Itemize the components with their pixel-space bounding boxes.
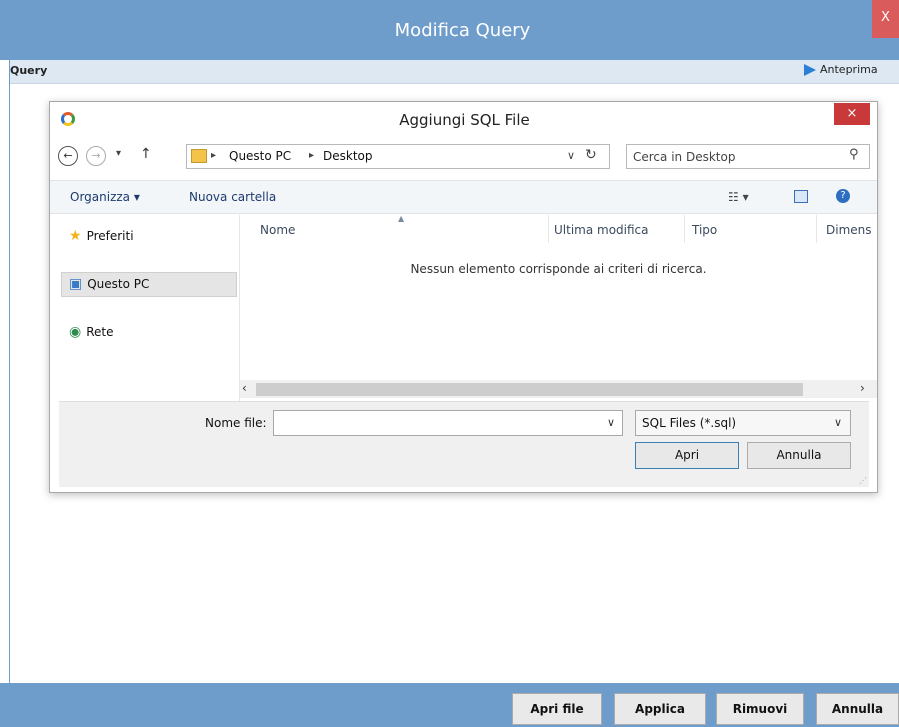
filetype-select[interactable]: SQL Files (*.sql) ∨ bbox=[635, 410, 851, 436]
filename-field[interactable]: ∨ bbox=[273, 410, 623, 436]
view-options-icon[interactable]: ☷ ▾ bbox=[728, 190, 749, 204]
add-sql-file-dialog: Aggiungi SQL File × ← → ▾ ↑ ▸ Questo PC … bbox=[49, 101, 878, 493]
sidebar-item-label: Questo PC bbox=[87, 277, 150, 291]
open-button[interactable]: Apri bbox=[635, 442, 739, 469]
new-folder-button[interactable]: Nuova cartella bbox=[189, 190, 276, 204]
filetype-chevron-icon: ∨ bbox=[834, 416, 843, 429]
preview-button[interactable]: Anteprima bbox=[804, 63, 878, 76]
address-dropdown-chevron-icon[interactable]: ∨ bbox=[567, 149, 575, 162]
network-icon: ◉ bbox=[69, 324, 82, 340]
window-title-bar: Modifica Query bbox=[0, 0, 899, 60]
app-logo-icon bbox=[61, 112, 75, 126]
remove-button[interactable]: Rimuovi bbox=[716, 693, 804, 725]
up-arrow-icon[interactable]: ↑ bbox=[140, 146, 152, 162]
dialog-cancel-button[interactable]: Annulla bbox=[747, 442, 851, 469]
action-bar: Apri file Applica Rimuovi Annulla bbox=[0, 683, 899, 727]
query-label: Query bbox=[10, 64, 48, 77]
scroll-left-arrow-icon[interactable]: ‹ bbox=[242, 381, 247, 395]
filetype-value: SQL Files (*.sql) bbox=[642, 416, 737, 430]
apply-button[interactable]: Applica bbox=[614, 693, 706, 725]
star-icon: ★ bbox=[69, 228, 82, 244]
breadcrumb-desktop[interactable]: Desktop bbox=[323, 149, 373, 163]
open-file-button[interactable]: Apri file bbox=[512, 693, 602, 725]
cancel-button[interactable]: Annulla bbox=[816, 693, 899, 725]
column-separator[interactable] bbox=[548, 215, 549, 243]
column-header-modified[interactable]: Ultima modifica bbox=[554, 223, 649, 237]
computer-icon: ▣ bbox=[69, 276, 83, 292]
sidebar-item-network[interactable]: ◉ Rete bbox=[69, 324, 114, 340]
refresh-icon[interactable]: ↻ bbox=[585, 147, 597, 163]
empty-results-message: Nessun elemento corrisponde ai criteri d… bbox=[410, 262, 707, 276]
file-list: ▲ Nome Ultima modifica Tipo Dimens Nessu… bbox=[239, 214, 877, 401]
filename-input[interactable] bbox=[278, 414, 588, 432]
forward-arrow-icon[interactable]: → bbox=[86, 146, 106, 166]
breadcrumb-separator-icon[interactable]: ▸ bbox=[309, 150, 314, 161]
scrollbar-thumb[interactable] bbox=[256, 383, 803, 396]
column-separator[interactable] bbox=[684, 215, 685, 243]
window-title: Modifica Query bbox=[394, 20, 531, 41]
folder-pc-icon bbox=[191, 149, 207, 163]
organize-menu[interactable]: Organizza ▾ bbox=[70, 190, 140, 204]
search-icon[interactable]: ⚲ bbox=[849, 147, 859, 162]
resize-grip-icon[interactable]: ⋰ bbox=[859, 476, 867, 485]
help-icon[interactable]: ? bbox=[836, 189, 850, 203]
back-arrow-icon[interactable]: ← bbox=[58, 146, 78, 166]
sidebar-item-label: Rete bbox=[86, 325, 114, 339]
navigation-pane: ★ Preferiti ▣ Questo PC ◉ Rete bbox=[59, 215, 239, 401]
play-icon bbox=[804, 63, 816, 76]
column-separator[interactable] bbox=[816, 215, 817, 243]
window-left-border bbox=[9, 60, 10, 727]
column-header-name[interactable]: Nome bbox=[260, 223, 295, 237]
address-bar[interactable]: ▸ Questo PC ▸ Desktop ∨ ↻ bbox=[186, 144, 610, 169]
dialog-title: Aggiungi SQL File bbox=[399, 111, 530, 129]
sidebar-item-favorites[interactable]: ★ Preferiti bbox=[69, 228, 134, 244]
filename-label: Nome file: bbox=[205, 416, 267, 430]
column-header-type[interactable]: Tipo bbox=[692, 223, 717, 237]
dialog-title-bar: Aggiungi SQL File × bbox=[50, 102, 877, 136]
search-input[interactable] bbox=[633, 148, 833, 166]
scroll-right-arrow-icon[interactable]: › bbox=[860, 381, 865, 395]
dialog-close-button[interactable]: × bbox=[834, 103, 870, 125]
breadcrumb-this-pc[interactable]: Questo PC bbox=[229, 149, 291, 163]
edit-query-window: Modifica Query X Query Anteprima Aggiung… bbox=[0, 0, 899, 727]
preview-pane-icon[interactable] bbox=[794, 190, 808, 203]
sidebar-item-label: Preferiti bbox=[86, 229, 134, 243]
navigation-row: ← → ▾ ↑ ▸ Questo PC ▸ Desktop ∨ ↻ ⚲ bbox=[58, 144, 870, 170]
preview-label: Anteprima bbox=[820, 63, 878, 76]
horizontal-scrollbar[interactable]: ‹ › bbox=[240, 380, 877, 398]
column-header-size[interactable]: Dimens bbox=[826, 223, 874, 237]
sidebar-item-this-pc[interactable]: ▣ Questo PC bbox=[69, 276, 149, 292]
breadcrumb-separator-icon[interactable]: ▸ bbox=[211, 150, 216, 161]
window-close-button[interactable]: X bbox=[872, 0, 899, 38]
command-toolbar: Organizza ▾ Nuova cartella ☷ ▾ ? bbox=[50, 180, 877, 214]
file-selection-panel: Nome file: ∨ SQL Files (*.sql) ∨ Apri An… bbox=[59, 401, 869, 487]
search-box[interactable]: ⚲ bbox=[626, 144, 870, 169]
recent-locations-chevron-icon[interactable]: ▾ bbox=[116, 148, 121, 159]
query-bar: Query Anteprima bbox=[10, 60, 899, 84]
sort-ascending-icon: ▲ bbox=[398, 214, 405, 223]
filename-dropdown-chevron-icon[interactable]: ∨ bbox=[607, 416, 615, 429]
